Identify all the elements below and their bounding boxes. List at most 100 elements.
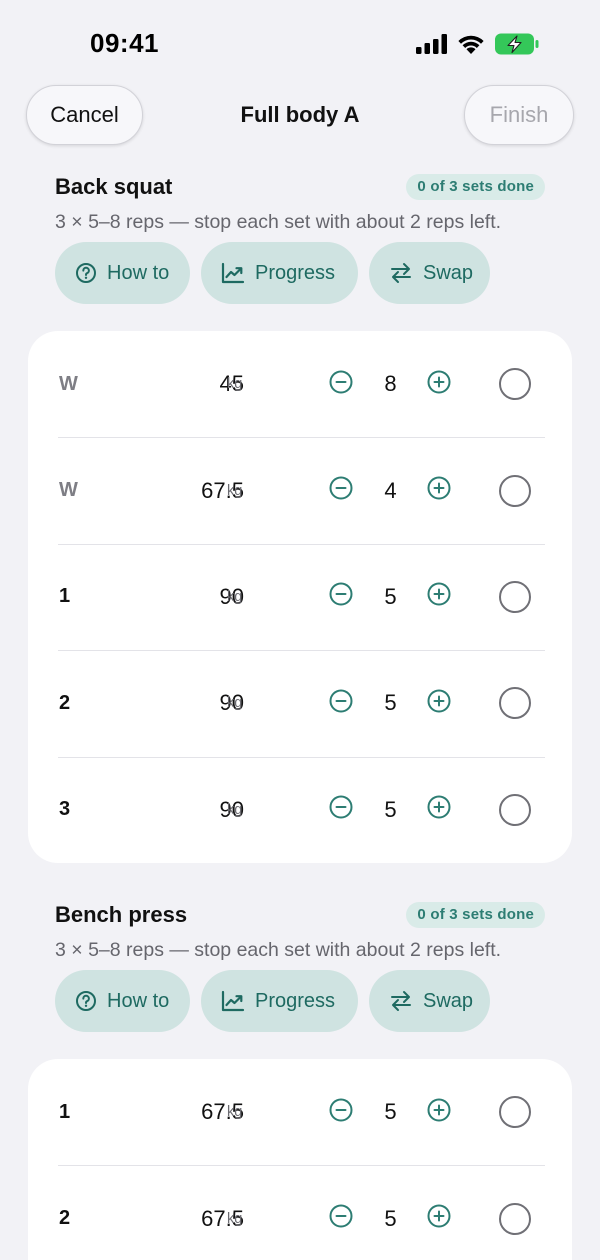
reps-value: 4 [384,477,397,503]
increase-reps-button[interactable] [426,581,452,612]
swap-button[interactable]: Swap [369,970,490,1032]
swap-arrows-icon [389,989,413,1013]
help-circle-icon [75,262,97,284]
nav-bar: Cancel Full body A Finish [0,84,600,148]
increase-reps-button[interactable] [426,475,452,506]
progress-button[interactable]: Progress [201,970,358,1032]
increase-reps-button[interactable] [426,1097,452,1128]
sets-card-back-squat: W 45 kg 8 W 67.5 kg 4 1 90 kg 5 2 90 kg … [28,331,572,863]
decrease-reps-button[interactable] [328,475,354,506]
set-label: 2 [59,1207,71,1230]
minus-circle-icon [328,369,354,400]
increase-reps-button[interactable] [426,1203,452,1234]
set-done-checkbox[interactable] [499,1096,531,1129]
weight-unit: kg [227,588,243,605]
set-label: 2 [59,691,71,714]
weight-unit: kg [227,1104,243,1121]
increase-reps-button[interactable] [426,794,452,825]
set-row: W 45 kg 8 [28,331,572,437]
weight-unit: kg [227,1210,243,1227]
exercise-description: 3 × 5–8 reps — stop each set with about … [55,939,502,961]
set-row: W 67.5 kg 4 [28,437,572,543]
weight-unit: kg [227,695,243,712]
swap-label: Swap [423,261,474,284]
set-done-checkbox[interactable] [499,1202,531,1235]
swap-label: Swap [423,989,474,1012]
reps-value: 5 [384,690,397,716]
set-done-checkbox[interactable] [499,368,531,401]
reps-value: 8 [384,371,397,397]
exercise-actions: How to Progress Swap [55,242,490,304]
reps-value: 5 [384,1099,397,1125]
increase-reps-button[interactable] [426,369,452,400]
set-row: 2 90 kg 5 [28,650,572,756]
trend-chart-icon [221,990,245,1012]
minus-circle-icon [328,1097,354,1128]
set-done-checkbox[interactable] [499,474,531,507]
set-row: 1 67.5 kg 5 [28,1059,572,1165]
plus-circle-icon [426,581,452,612]
exercise-name: Bench press [55,902,188,927]
weight-unit: kg [227,376,243,393]
sets-done-badge: 0 of 3 sets done [406,174,545,200]
weight-unit: kg [227,482,243,499]
increase-reps-button[interactable] [426,688,452,719]
plus-circle-icon [426,475,452,506]
status-bar: 09:41 [0,0,600,84]
exercise-header: Bench press 0 of 3 sets done [55,898,545,932]
exercise-header: Back squat 0 of 3 sets done [55,170,545,204]
set-done-checkbox[interactable] [499,687,531,720]
how-to-label: How to [107,261,170,284]
set-done-checkbox[interactable] [499,793,531,826]
set-label: 1 [59,585,71,608]
swap-button[interactable]: Swap [369,242,490,304]
decrease-reps-button[interactable] [328,688,354,719]
set-done-checkbox[interactable] [499,580,531,613]
minus-circle-icon [328,794,354,825]
exercise-actions: How to Progress Swap [55,970,490,1032]
minus-circle-icon [328,475,354,506]
decrease-reps-button[interactable] [328,369,354,400]
how-to-label: How to [107,989,170,1012]
plus-circle-icon [426,1203,452,1234]
trend-chart-icon [221,262,245,284]
plus-circle-icon [426,688,452,719]
plus-circle-icon [426,369,452,400]
progress-button[interactable]: Progress [201,242,358,304]
sets-done-badge: 0 of 3 sets done [406,902,545,928]
reps-value: 5 [384,1205,397,1231]
progress-label: Progress [255,989,336,1012]
status-time: 09:41 [90,28,159,58]
reps-value: 5 [384,583,397,609]
set-row: 2 67.5 kg 5 [28,1165,572,1260]
cancel-button[interactable]: Cancel [26,85,143,145]
battery-charging-icon [494,32,540,56]
exercise-description: 3 × 5–8 reps — stop each set with about … [55,211,502,233]
wifi-icon [456,33,486,55]
status-icons [416,32,540,56]
minus-circle-icon [328,688,354,719]
decrease-reps-button[interactable] [328,1203,354,1234]
exercise-name: Back squat [55,174,173,199]
set-label: W [59,479,78,502]
set-row: 1 90 kg 5 [28,543,572,650]
how-to-button[interactable]: How to [55,242,190,304]
swap-arrows-icon [389,261,413,285]
minus-circle-icon [328,1203,354,1234]
decrease-reps-button[interactable] [328,794,354,825]
set-label: W [59,372,78,395]
plus-circle-icon [426,1097,452,1128]
reps-value: 5 [384,796,397,822]
how-to-button[interactable]: How to [55,970,190,1032]
decrease-reps-button[interactable] [328,581,354,612]
decrease-reps-button[interactable] [328,1097,354,1128]
sets-card-bench-press: 1 67.5 kg 5 2 67.5 kg 5 [28,1059,572,1260]
cellular-signal-icon [416,34,448,54]
help-circle-icon [75,990,97,1012]
page-title: Full body A [240,102,360,127]
finish-button[interactable]: Finish [464,85,574,145]
minus-circle-icon [328,581,354,612]
set-row: 3 90 kg 5 [28,756,572,863]
progress-label: Progress [255,261,336,284]
plus-circle-icon [426,794,452,825]
